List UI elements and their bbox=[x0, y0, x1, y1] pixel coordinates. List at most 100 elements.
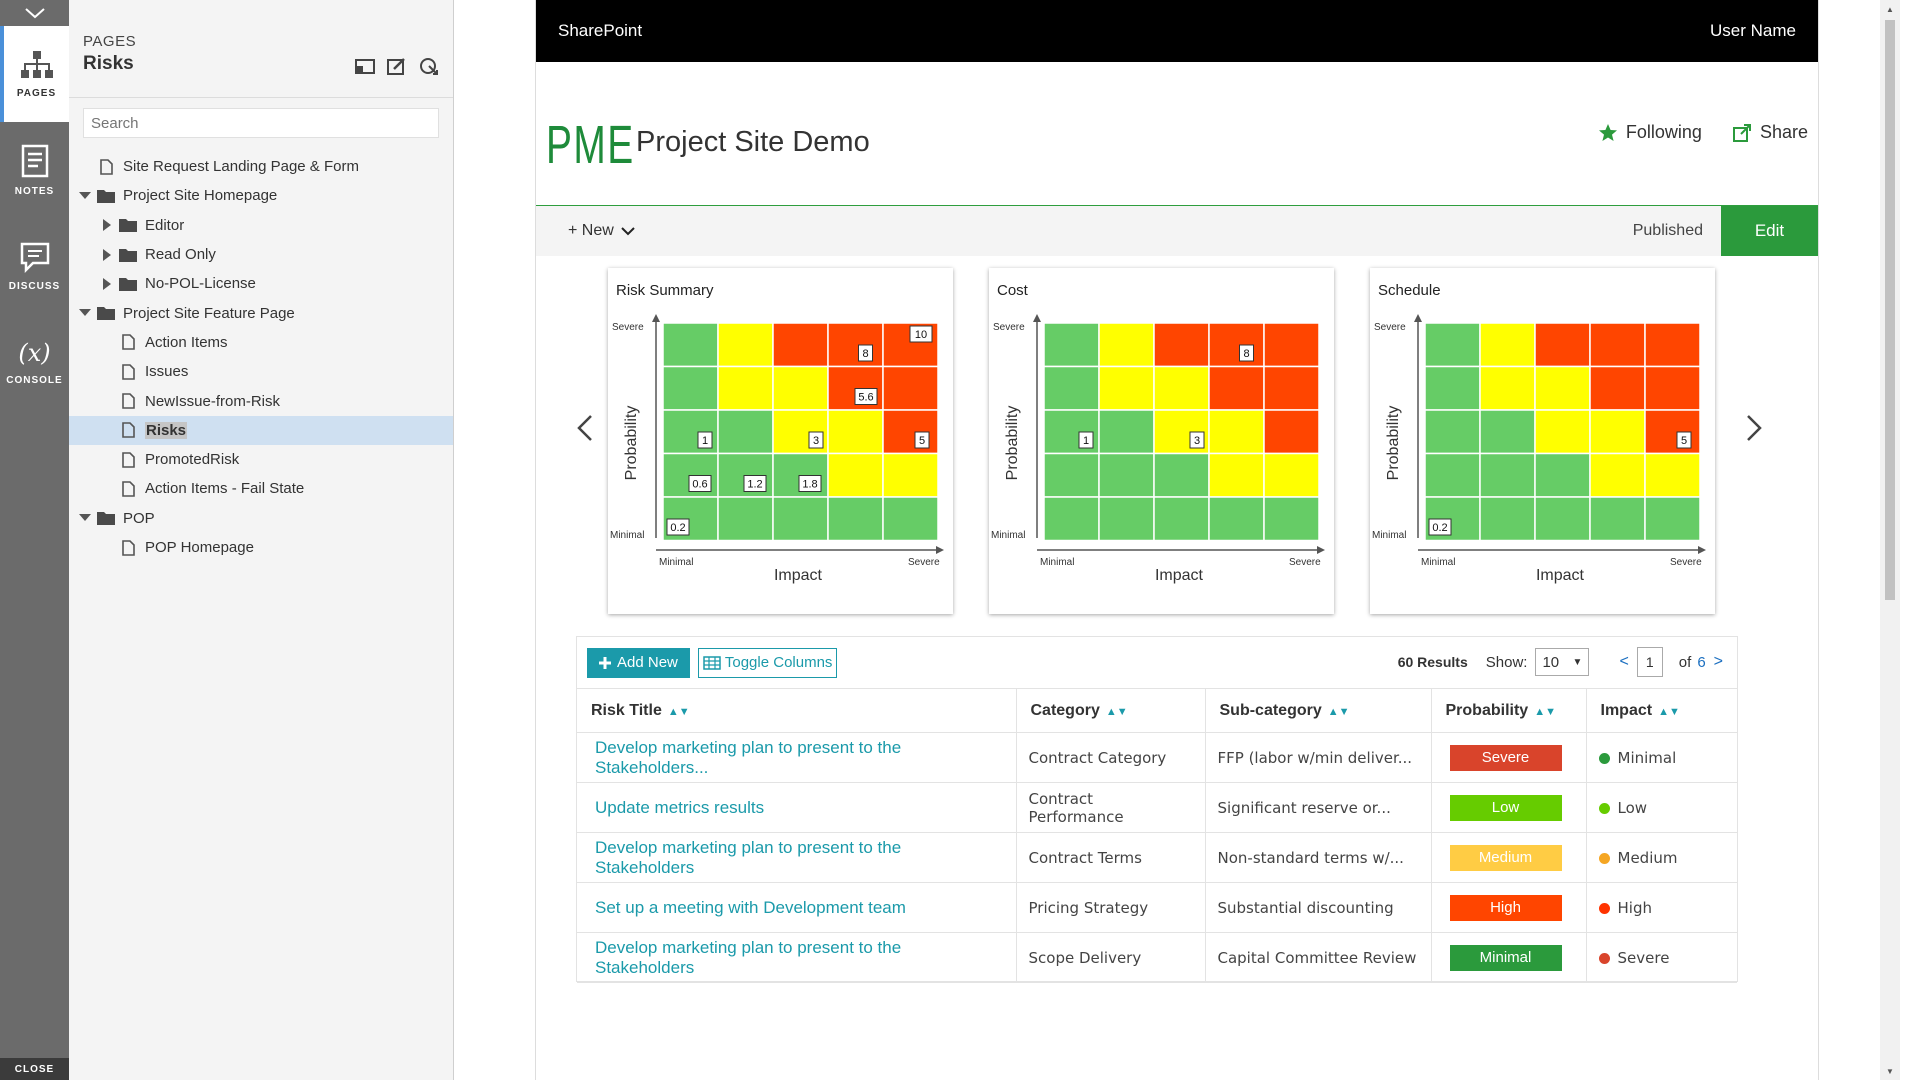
scroll-up-icon[interactable]: ▲ bbox=[1885, 4, 1895, 14]
site-logo[interactable]: PME bbox=[546, 114, 635, 176]
rail-label: NOTES bbox=[14, 185, 55, 197]
caret-right-icon[interactable] bbox=[101, 219, 113, 232]
new-menu[interactable]: + New bbox=[536, 222, 636, 240]
prev-chart-button[interactable] bbox=[570, 408, 600, 448]
page-icon bbox=[119, 333, 137, 351]
col-risk-title[interactable]: Risk Title ▲▼ bbox=[577, 688, 1017, 733]
app-name[interactable]: SharePoint bbox=[558, 21, 642, 41]
risk-title[interactable]: Develop marketing plan to present to the… bbox=[595, 738, 901, 777]
sort-icon[interactable]: ▲▼ bbox=[1658, 706, 1680, 718]
prev-page-button[interactable]: < bbox=[1619, 653, 1628, 671]
tree-item[interactable]: POP Homepage bbox=[69, 533, 453, 562]
risk-title[interactable]: Update metrics results bbox=[595, 798, 764, 817]
tree-item[interactable]: Issues bbox=[69, 357, 453, 386]
risk-title-link[interactable]: Update metrics results bbox=[577, 782, 1017, 833]
pages-panel: PAGES Risks Site Request Landing Page & … bbox=[69, 0, 454, 1080]
rail-console[interactable]: (x) CONSOLE bbox=[0, 314, 69, 410]
share-button[interactable]: Share bbox=[1732, 122, 1808, 143]
sort-icon[interactable]: ▲▼ bbox=[1328, 706, 1350, 718]
tree-item[interactable]: PromotedRisk bbox=[69, 445, 453, 474]
sort-icon[interactable]: ▲▼ bbox=[1106, 706, 1128, 718]
caret-down-icon[interactable] bbox=[79, 307, 91, 319]
table-body: Develop marketing plan to present to the… bbox=[577, 732, 1737, 983]
layout-icon[interactable] bbox=[355, 56, 375, 76]
next-chart-button[interactable] bbox=[1739, 408, 1769, 448]
site-title[interactable]: Project Site Demo bbox=[636, 126, 870, 159]
caret-down-icon[interactable] bbox=[79, 190, 91, 202]
sort-icon[interactable]: ▲▼ bbox=[668, 706, 690, 718]
table-row[interactable]: Update metrics results Contract Performan… bbox=[577, 782, 1737, 833]
y-axis-arrow bbox=[1033, 314, 1041, 322]
tree-item[interactable]: Editor bbox=[69, 211, 453, 240]
table-row[interactable]: Develop marketing plan to present to the… bbox=[577, 732, 1737, 783]
tree-item[interactable]: Risks bbox=[69, 415, 453, 445]
col-label: Sub-category bbox=[1219, 701, 1322, 719]
col-subcategory[interactable]: Sub-category ▲▼ bbox=[1205, 688, 1432, 733]
sort-icon[interactable]: ▲▼ bbox=[1534, 706, 1556, 718]
risk-title[interactable]: Set up a meeting with Development team bbox=[595, 898, 906, 917]
rail-pages[interactable]: PAGES bbox=[0, 26, 69, 122]
add-new-button[interactable]: Add New bbox=[587, 647, 690, 678]
col-probability[interactable]: Probability ▲▼ bbox=[1431, 688, 1587, 733]
risk-title[interactable]: Develop marketing plan to present to the… bbox=[595, 838, 901, 877]
refresh-icon[interactable] bbox=[419, 56, 439, 76]
following-button[interactable]: Following bbox=[1598, 122, 1702, 143]
next-page-button[interactable]: > bbox=[1714, 653, 1723, 671]
y-tick-label: Severe bbox=[993, 322, 1025, 333]
heatmap-schedule: Severe Minimal Minimal Severe Impact Probabil… bbox=[1372, 314, 1706, 584]
caret-down-icon[interactable] bbox=[79, 512, 91, 524]
scroll-thumb[interactable] bbox=[1885, 20, 1895, 600]
tree-item[interactable]: NewIssue-from-Risk bbox=[69, 386, 453, 415]
risk-title-link[interactable]: Develop marketing plan to present to the… bbox=[577, 832, 1017, 883]
subcategory-value: FFP (labor w/min deliver... bbox=[1217, 748, 1413, 767]
tree-item[interactable]: Action Items - Fail State bbox=[69, 474, 453, 503]
edit-page-icon[interactable] bbox=[387, 56, 407, 76]
user-name[interactable]: User Name bbox=[1710, 21, 1796, 41]
total-pages-link[interactable]: 6 bbox=[1697, 654, 1705, 671]
table-row[interactable]: Set up a meeting with Development team Pr… bbox=[577, 882, 1737, 933]
risk-title-link[interactable]: Develop marketing plan to present to the… bbox=[577, 932, 1017, 983]
search-input[interactable] bbox=[83, 108, 439, 138]
risk-title-link[interactable]: Set up a meeting with Development team bbox=[577, 882, 1017, 933]
tree-item[interactable]: POP bbox=[69, 504, 453, 533]
page-size-select[interactable]: 10 ▼ bbox=[1535, 648, 1590, 676]
heat-cell bbox=[1153, 452, 1210, 498]
heat-cell bbox=[1263, 452, 1320, 498]
rail-notes[interactable]: NOTES bbox=[0, 122, 69, 218]
x-axis-label: Impact bbox=[1536, 567, 1585, 584]
collapse-toggle[interactable] bbox=[0, 0, 69, 26]
heat-cell bbox=[1424, 365, 1481, 411]
heat-cell bbox=[1424, 452, 1481, 498]
tree-item[interactable]: No-POL-License bbox=[69, 269, 453, 298]
page-input[interactable]: 1 bbox=[1636, 647, 1663, 677]
close-button[interactable]: CLOSE bbox=[0, 1058, 69, 1080]
edit-button[interactable]: Edit bbox=[1721, 206, 1818, 256]
table-row[interactable]: Develop marketing plan to present to the… bbox=[577, 932, 1737, 983]
x-tick-label: Severe bbox=[908, 557, 940, 568]
risk-marker-label: 3 bbox=[1194, 435, 1200, 447]
tree-item[interactable]: Read Only bbox=[69, 240, 453, 269]
risk-title[interactable]: Develop marketing plan to present to the… bbox=[595, 938, 901, 977]
tree-item[interactable]: Action Items bbox=[69, 328, 453, 357]
panel-header: PAGES Risks bbox=[69, 0, 453, 98]
toggle-columns-button[interactable]: Toggle Columns bbox=[697, 647, 838, 678]
tree-item[interactable]: Project Site Homepage bbox=[69, 181, 453, 210]
star-icon bbox=[1598, 123, 1617, 141]
page-status: Published bbox=[1632, 222, 1703, 239]
heat-cell bbox=[717, 409, 774, 455]
rail-discuss[interactable]: DISCUSS bbox=[0, 218, 69, 314]
risk-title-link[interactable]: Develop marketing plan to present to the… bbox=[577, 732, 1017, 783]
caret-right-icon[interactable] bbox=[101, 277, 113, 290]
col-category[interactable]: Category ▲▼ bbox=[1016, 688, 1206, 733]
col-impact[interactable]: Impact ▲▼ bbox=[1586, 688, 1737, 733]
tree-item[interactable]: Site Request Landing Page & Form bbox=[69, 152, 453, 181]
heat-cell bbox=[1424, 409, 1481, 455]
table-row[interactable]: Develop marketing plan to present to the… bbox=[577, 832, 1737, 883]
caret-right-icon[interactable] bbox=[101, 248, 113, 261]
heat-cell bbox=[1589, 409, 1646, 455]
heat-cell bbox=[772, 322, 829, 368]
scroll-down-icon[interactable]: ▼ bbox=[1885, 1066, 1895, 1076]
heat-cell bbox=[827, 452, 884, 498]
tree-item[interactable]: Project Site Feature Page bbox=[69, 298, 453, 327]
vertical-scrollbar[interactable]: ▲ ▼ bbox=[1880, 0, 1900, 1080]
